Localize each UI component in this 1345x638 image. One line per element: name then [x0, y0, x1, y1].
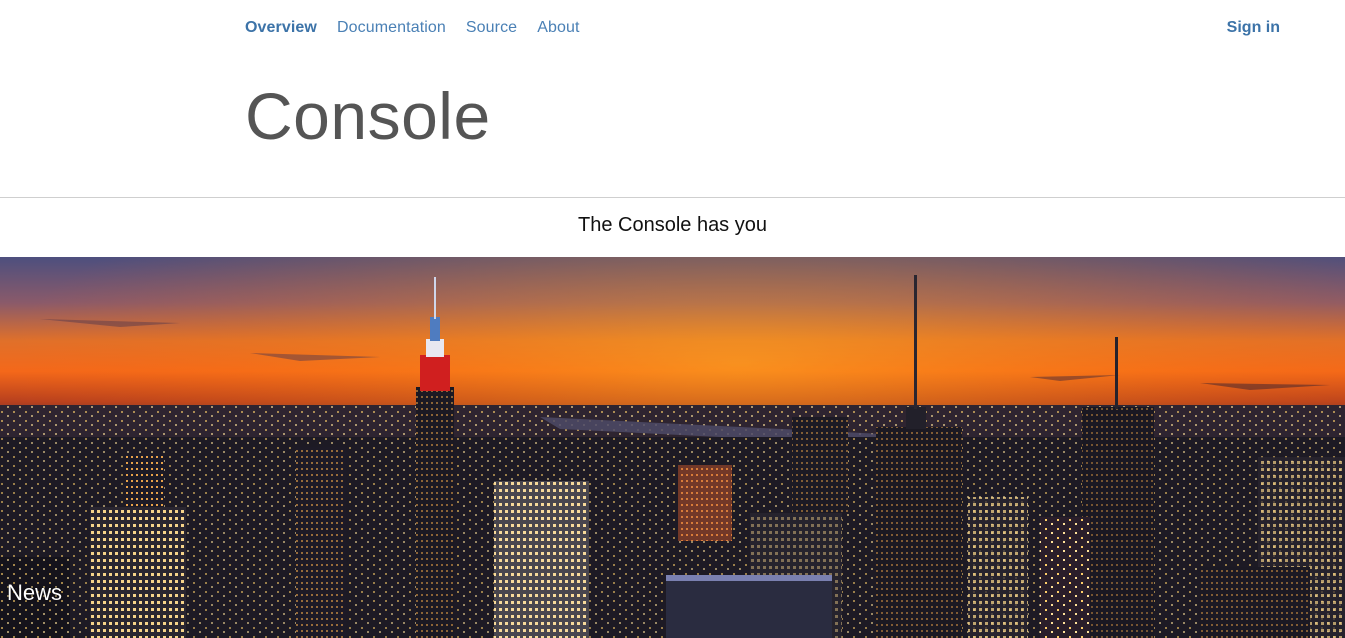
nav-source-link[interactable]: Source: [466, 19, 517, 37]
hero-caption[interactable]: News: [7, 580, 62, 606]
hero-image-city-skyline: [0, 257, 1345, 638]
nav-links: Overview Documentation Source About: [245, 19, 580, 37]
nav-about-link[interactable]: About: [537, 19, 579, 37]
header-divider: [0, 197, 1345, 198]
top-navigation: Overview Documentation Source About Sign…: [245, 0, 1280, 55]
nav-overview-link[interactable]: Overview: [245, 19, 317, 37]
sign-in-link[interactable]: Sign in: [1227, 19, 1280, 36]
nav-right: Sign in: [1227, 19, 1280, 37]
page-title: Console: [245, 79, 491, 153]
page: Overview Documentation Source About Sign…: [0, 0, 1345, 638]
tagline: The Console has you: [577, 214, 767, 236]
nav-documentation-link[interactable]: Documentation: [337, 19, 446, 37]
